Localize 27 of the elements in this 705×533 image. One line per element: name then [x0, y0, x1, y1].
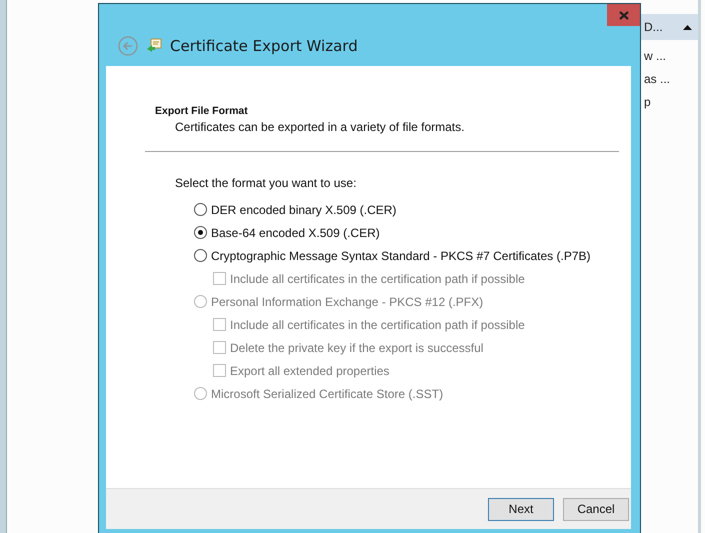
next-button[interactable]: Next [488, 498, 554, 520]
radio-label: Base-64 encoded X.509 (.CER) [211, 226, 380, 240]
close-button[interactable] [607, 4, 640, 26]
radio-label: DER encoded binary X.509 (.CER) [211, 202, 396, 216]
menu-item[interactable]: w ... [640, 44, 698, 67]
radio-button[interactable] [194, 203, 207, 216]
checkbox-label: Export all extended properties [230, 364, 390, 378]
back-icon[interactable] [118, 36, 138, 56]
radio-button[interactable] [194, 249, 207, 262]
format-prompt: Select the format you want to use: [175, 176, 358, 190]
checkbox-label: Delete the private key if the export is successful [230, 340, 484, 354]
radio-label: Microsoft Serialized Certificate Store (.SST) [211, 386, 444, 400]
menu-item[interactable]: as ... [640, 67, 698, 90]
certificate-icon [146, 38, 162, 54]
section-title: Export File Format [155, 105, 249, 117]
section-description: Certificates can be exported in a variety of file formats. [175, 120, 466, 134]
menu-item[interactable]: D... [640, 14, 698, 40]
menu-item[interactable]: p [640, 90, 698, 113]
radio-label: Personal Information Exchange - PKCS #12 (.PFX) [211, 294, 484, 308]
checkbox-label: Include all certificates in the certification path if possible [230, 272, 525, 286]
caret-icon [683, 24, 692, 30]
radio-label: Cryptographic Message Syntax Standard - PKCS #7 Certificates (.P7B) [211, 248, 590, 262]
radio-button[interactable] [194, 226, 207, 239]
window-title: Certificate Export Wizard [170, 37, 358, 55]
checkbox-label: Include all certificates in the certification path if possible [230, 318, 525, 332]
cancel-button[interactable]: Cancel [563, 498, 629, 520]
close-icon [618, 10, 628, 20]
